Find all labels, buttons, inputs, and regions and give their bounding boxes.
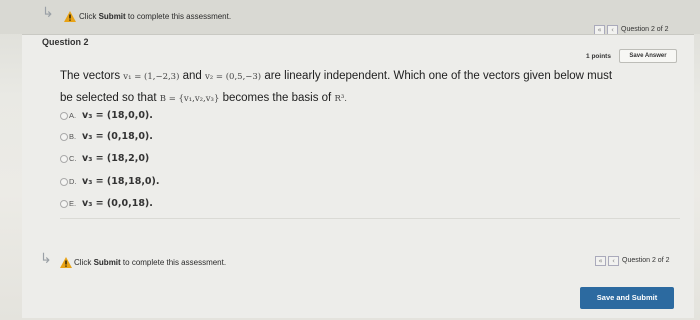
question-count-bottom: Question 2 of 2 — [622, 257, 670, 264]
option-text: v₃ = (18,2,0) — [82, 153, 150, 164]
question-line-1: The vectors v₁ = (1,−2,3) and v₂ = (0,5,… — [60, 66, 680, 88]
option-text: v₃ = (18,18,0). — [82, 176, 160, 187]
radio-button[interactable] — [60, 178, 68, 186]
question-text-part: be selected so that — [60, 92, 157, 104]
warning-icon — [64, 11, 76, 22]
notice-bold: Submit — [98, 12, 126, 21]
vector-v2: v₂ = (0,5,−3) — [205, 72, 262, 82]
radio-button[interactable] — [60, 133, 68, 141]
notice-suffix: to complete this assessment. — [122, 258, 227, 267]
return-arrow-icon: ↳ — [42, 5, 54, 21]
option-letter: D. — [69, 177, 77, 186]
double-chevron-left-icon[interactable]: « — [595, 256, 606, 266]
option-letter: C. — [69, 154, 77, 163]
divider — [60, 218, 680, 219]
question-text-part: and — [182, 70, 202, 82]
question-line-2: be selected so that B = {v₁,v₂,v₃} becom… — [60, 88, 680, 110]
submit-notice-bottom: Click Submit to complete this assessment… — [74, 258, 226, 267]
question-count-top: Question 2 of 2 — [621, 26, 669, 33]
warning-icon — [60, 257, 72, 268]
basis-set: B = {v₁,v₂,v₃} — [159, 94, 220, 104]
question-text-part: are linearly independent. Which one of t… — [264, 70, 613, 82]
submit-notice-top: Click Submit to complete this assessment… — [79, 12, 231, 21]
notice-prefix: Click — [79, 12, 97, 21]
question-label: Question 2 — [42, 37, 89, 47]
notice-bold: Submit — [93, 258, 121, 267]
question-text: The vectors v₁ = (1,−2,3) and v₂ = (0,5,… — [60, 66, 680, 110]
option-text: v₃ = (0,0,18). — [82, 198, 153, 209]
chevron-left-icon[interactable]: ‹ — [608, 256, 619, 266]
notice-suffix: to complete this assessment. — [127, 12, 232, 21]
save-and-submit-button[interactable]: Save and Submit — [580, 287, 674, 309]
option-letter: B. — [69, 132, 77, 141]
radio-button[interactable] — [60, 155, 68, 163]
option-text: v₃ = (18,0,0). — [82, 110, 153, 121]
vector-space: R³. — [334, 94, 347, 104]
option-text: v₃ = (0,18,0). — [82, 131, 153, 142]
return-arrow-icon: ↳ — [40, 251, 52, 267]
option-letter: A. — [69, 111, 77, 120]
option-letter: E. — [69, 199, 77, 208]
notice-prefix: Click — [74, 258, 92, 267]
question-text-part: The vectors — [60, 70, 121, 82]
radio-button[interactable] — [60, 200, 68, 208]
save-answer-button[interactable]: Save Answer — [619, 49, 677, 63]
radio-button[interactable] — [60, 112, 68, 120]
vector-v1: v₁ = (1,−2,3) — [123, 72, 180, 82]
points-label: 1 points — [586, 53, 611, 60]
question-text-part: becomes the basis of — [222, 92, 332, 104]
